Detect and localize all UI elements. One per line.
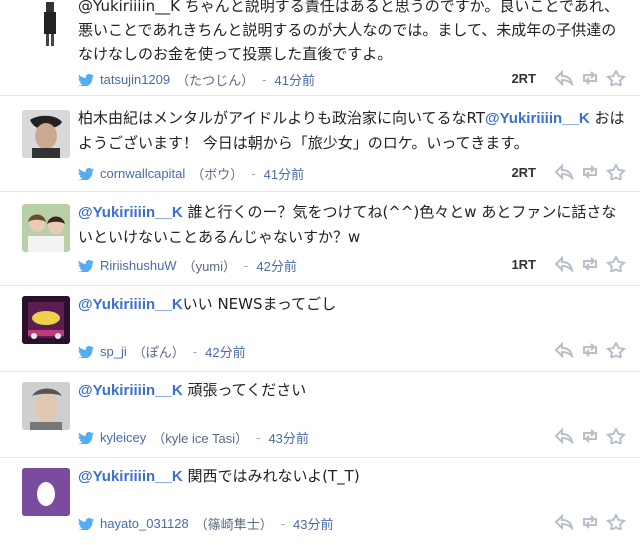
favorite-icon[interactable]	[606, 428, 626, 444]
favorite-icon[interactable]	[606, 164, 626, 180]
user-name: （kyle ice Tasi）	[152, 431, 249, 446]
tweet-text: @Yukiriiiin__K 頑張ってください	[78, 381, 307, 399]
reply-icon[interactable]	[554, 514, 574, 530]
reply-icon[interactable]	[554, 428, 574, 444]
timestamp[interactable]: 41分前	[274, 70, 314, 89]
mention-link[interactable]: @Yukiriiiin__K	[78, 382, 183, 399]
tweet-item: @Yukiriiiin__K 関西ではみれないよ(T_T) hayato_031…	[0, 458, 640, 545]
user-name: （ボウ）	[191, 167, 244, 182]
avatar[interactable]	[22, 468, 70, 516]
timestamp[interactable]: 42分前	[256, 256, 296, 275]
tweet-item: @Yukiriiiin__Kいい NEWSまってごし sp_ji （ぽん） - …	[0, 286, 640, 372]
tweet-text: @Yukiriiiin__K 関西ではみれないよ(T_T)	[78, 467, 360, 485]
bird-icon	[78, 345, 94, 358]
tweet-text: 柏木由紀はメンタルがアイドルよりも政治家に向いてるなRT@Yukiriiiin_…	[78, 109, 625, 152]
retweet-count: 2RT	[511, 70, 536, 86]
retweet-icon[interactable]	[580, 256, 600, 272]
favorite-icon[interactable]	[606, 342, 626, 358]
user-name: （たつじん）	[176, 73, 255, 88]
reply-icon[interactable]	[554, 256, 574, 272]
tweet-text: @Yukiriiiin__K 誰と行くのー？気をつけてね(^^)色々とw あとフ…	[78, 203, 617, 246]
user-handle[interactable]: hayato_031128	[100, 516, 189, 531]
favorite-icon[interactable]	[606, 514, 626, 530]
tweet-text: @Yukiriiiin__Kいい NEWSまってごし	[78, 295, 337, 313]
tweet-item: @Yukiriiiin__K 誰と行くのー？気をつけてね(^^)色々とw あとフ…	[0, 192, 640, 286]
reply-icon[interactable]	[554, 164, 574, 180]
retweet-count: 1RT	[511, 256, 536, 272]
tweet-item: @Yukiriiiin__K 頑張ってください kyleicey （kyle i…	[0, 372, 640, 458]
avatar[interactable]	[22, 382, 70, 430]
user-handle[interactable]: RiriishushuW	[100, 258, 177, 273]
bird-icon	[78, 517, 94, 530]
tweet-item: 柏木由紀はメンタルがアイドルよりも政治家に向いてるなRT@Yukiriiiin_…	[0, 96, 640, 192]
reply-icon[interactable]	[554, 342, 574, 358]
retweet-icon[interactable]	[580, 164, 600, 180]
timestamp[interactable]: 41分前	[264, 164, 304, 183]
bird-icon	[78, 431, 94, 444]
timestamp[interactable]: 42分前	[205, 342, 245, 361]
user-name: （yumi）	[182, 259, 237, 274]
bird-icon	[78, 259, 94, 272]
user-handle[interactable]: sp_ji	[100, 344, 127, 359]
avatar[interactable]	[22, 110, 70, 158]
mention-link[interactable]: @Yukiriiiin__K	[78, 296, 183, 313]
user-handle[interactable]: kyleicey	[100, 430, 146, 445]
retweet-icon[interactable]	[580, 428, 600, 444]
bird-icon	[78, 73, 94, 86]
tweet-text: @Yukiriiiin__K ちゃんと説明する責任はあると思うのですか。良いこと…	[78, 0, 620, 63]
avatar[interactable]	[30, 0, 70, 48]
mention-link[interactable]: @Yukiriiiin__K	[78, 468, 183, 485]
user-handle[interactable]: tatsujin1209	[100, 72, 170, 87]
bird-icon	[78, 167, 94, 180]
reply-icon[interactable]	[554, 70, 574, 86]
retweet-count: 2RT	[511, 164, 536, 180]
avatar[interactable]	[22, 296, 70, 344]
avatar[interactable]	[22, 204, 70, 252]
user-handle[interactable]: cornwallcapital	[100, 166, 185, 181]
mention-link[interactable]: @Yukiriiiin__K	[78, 204, 183, 221]
retweet-icon[interactable]	[580, 514, 600, 530]
retweet-icon[interactable]	[580, 342, 600, 358]
user-name: （篠崎隼士）	[194, 517, 273, 532]
timestamp[interactable]: 43分前	[268, 428, 308, 447]
tweet-item: @Yukiriiiin__K ちゃんと説明する責任はあると思うのですか。良いこと…	[0, 0, 640, 96]
favorite-icon[interactable]	[606, 256, 626, 272]
timestamp[interactable]: 43分前	[293, 514, 333, 533]
favorite-icon[interactable]	[606, 70, 626, 86]
user-name: （ぽん）	[132, 345, 185, 360]
retweet-icon[interactable]	[580, 70, 600, 86]
mention-link[interactable]: @Yukiriiiin__K	[485, 110, 590, 127]
